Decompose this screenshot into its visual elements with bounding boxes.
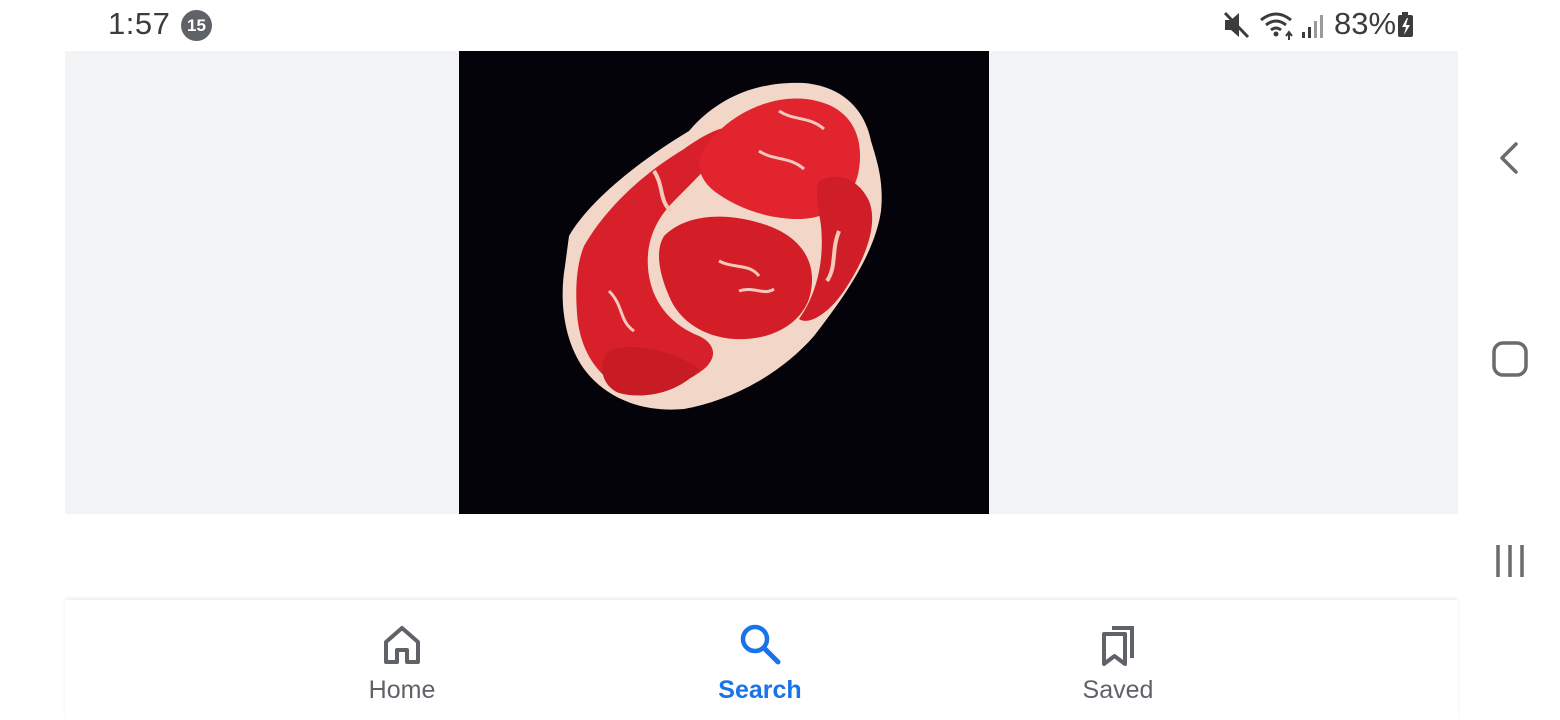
back-icon[interactable]	[1490, 138, 1530, 178]
bottom-navigation: Home Search Saved	[65, 600, 1458, 720]
screen: 1:57 15 83% Home Search Saved	[0, 0, 1560, 720]
recents-icon[interactable]	[1490, 541, 1530, 581]
notification-count-badge: 15	[181, 10, 212, 41]
system-navigation	[1470, 0, 1560, 720]
search-icon	[740, 624, 781, 665]
bookmarks-icon	[1102, 626, 1134, 666]
steak-image	[562, 82, 882, 410]
status-bar: 1:57 15 83%	[0, 0, 1560, 50]
nav-home[interactable]: Home	[322, 600, 482, 720]
battery-percentage: 83%	[1334, 6, 1397, 41]
image-viewer[interactable]	[65, 51, 1458, 514]
home-icon	[384, 626, 420, 664]
nav-search[interactable]: Search	[680, 600, 840, 720]
home-square-icon[interactable]	[1490, 339, 1530, 379]
nav-saved[interactable]: Saved	[1038, 600, 1198, 720]
signal-icon	[1302, 15, 1323, 38]
status-time: 1:57	[108, 6, 171, 41]
battery-charging-icon	[1398, 12, 1413, 37]
content-spacer	[65, 514, 1458, 600]
nav-search-label: Search	[718, 676, 802, 704]
mute-icon	[1223, 11, 1250, 39]
nav-saved-label: Saved	[1082, 676, 1154, 704]
wifi-icon	[1260, 12, 1293, 40]
nav-home-label: Home	[368, 676, 436, 704]
image-frame[interactable]	[459, 51, 989, 514]
